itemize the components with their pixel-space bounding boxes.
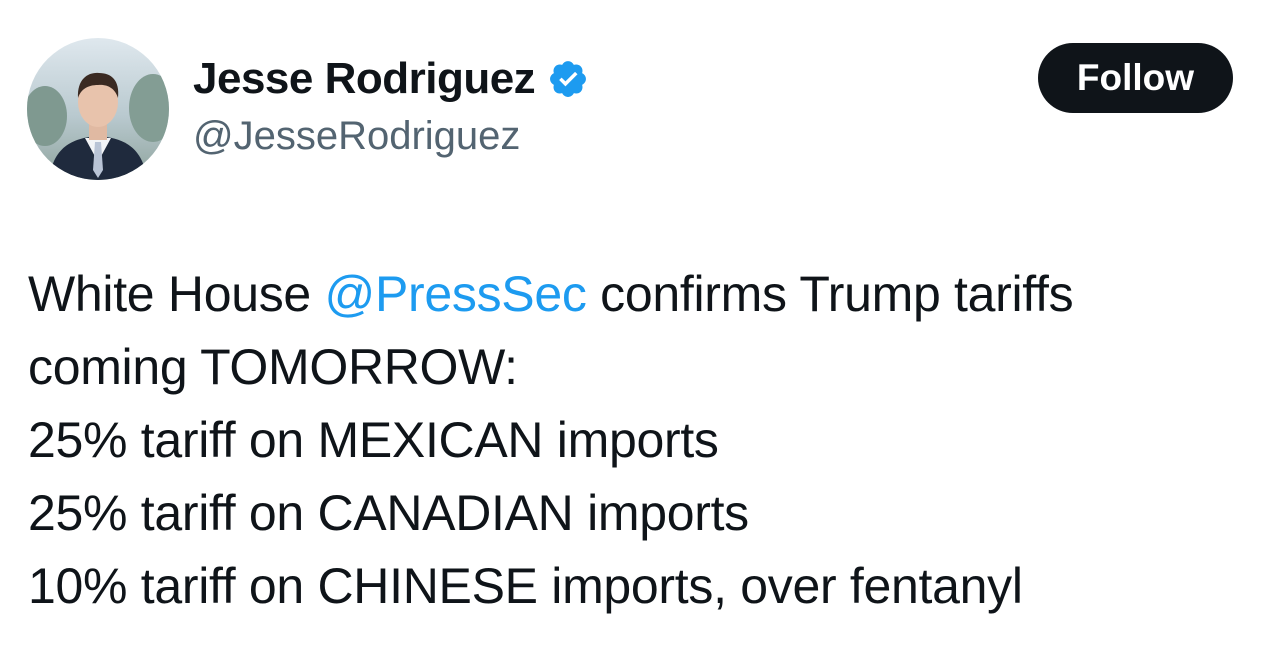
author-avatar[interactable]	[27, 38, 169, 180]
avatar-image	[27, 38, 169, 180]
tweet-line-2: coming TOMORROW:	[28, 339, 518, 395]
tweet-line-4: 25% tariff on CANADIAN imports	[28, 485, 749, 541]
tweet-line-1-before: White House	[28, 266, 325, 322]
tweet-text: White House @PressSec confirms Trump tar…	[28, 258, 1268, 623]
author-name-row: Jesse Rodriguez	[193, 52, 589, 106]
follow-button[interactable]: Follow	[1038, 43, 1233, 113]
author-display-name[interactable]: Jesse Rodriguez	[193, 54, 536, 104]
tweet-line-1: White House @PressSec confirms Trump tar…	[28, 258, 1268, 331]
verified-badge-icon	[547, 58, 589, 100]
author-handle[interactable]: @JesseRodriguez	[193, 114, 520, 159]
tweet-line-5: 10% tariff on CHINESE imports, over fent…	[28, 558, 1023, 614]
tweet-card: Jesse Rodriguez @JesseRodriguez Follow W…	[0, 0, 1284, 656]
mention-link[interactable]: @PressSec	[325, 266, 587, 322]
tweet-line-1-after: confirms Trump tariffs	[586, 266, 1074, 322]
tweet-line-3: 25% tariff on MEXICAN imports	[28, 412, 719, 468]
